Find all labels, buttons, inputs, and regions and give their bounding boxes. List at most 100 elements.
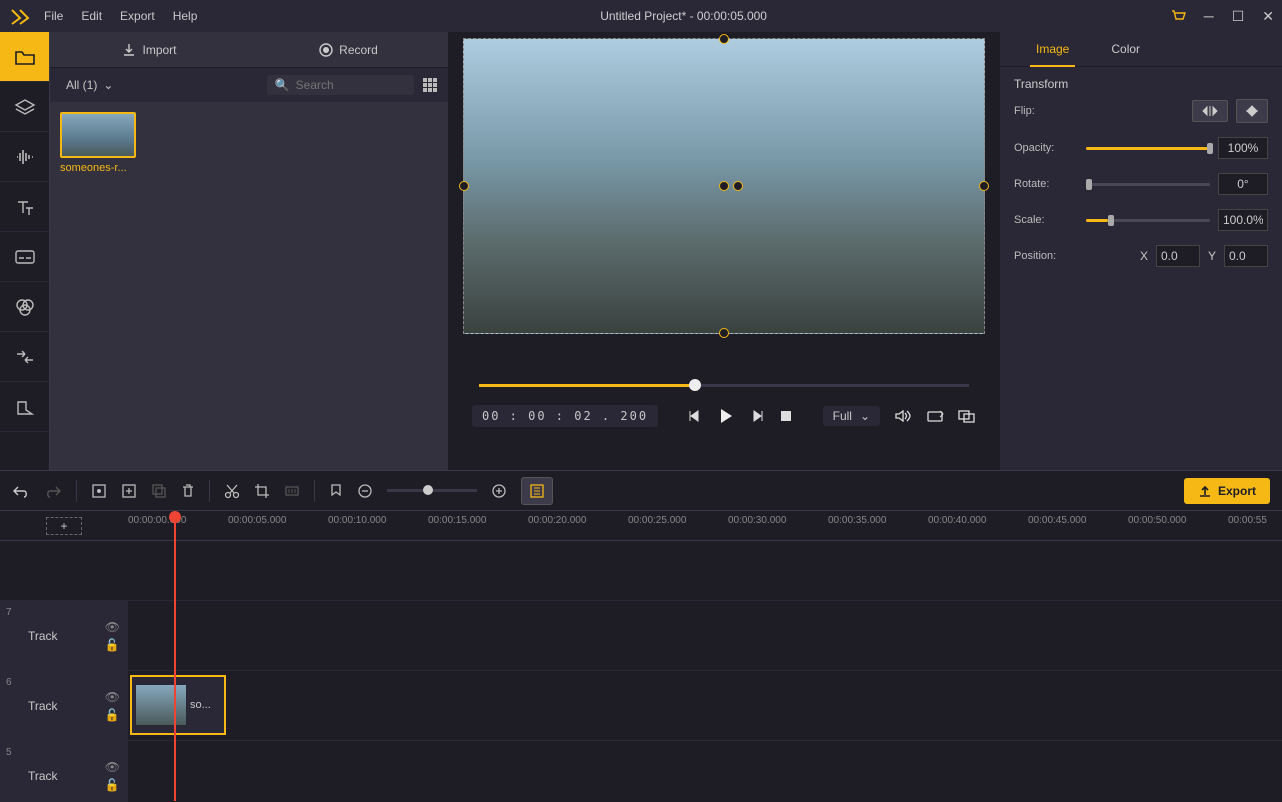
record-button[interactable]: Record: [249, 32, 448, 67]
properties-panel: Image Color Transform Flip: Opacity: Rot…: [1000, 32, 1282, 470]
tl-crop-icon[interactable]: [254, 483, 270, 499]
grid-view-icon[interactable]: [422, 77, 438, 93]
tab-image[interactable]: Image: [1030, 32, 1075, 66]
play-button[interactable]: [717, 407, 735, 425]
add-track-button[interactable]: +: [46, 517, 82, 535]
opacity-slider[interactable]: [1086, 147, 1210, 150]
tl-add-icon[interactable]: [121, 483, 137, 499]
rotate-slider[interactable]: [1086, 183, 1210, 186]
preview-scrubber[interactable]: [479, 384, 969, 387]
tl-select-icon[interactable]: [91, 483, 107, 499]
stop-button[interactable]: [779, 409, 793, 423]
tl-zoomout-icon[interactable]: [357, 483, 373, 499]
scrubber-knob[interactable]: [689, 379, 701, 391]
media-filter-dropdown[interactable]: All (1) ⌄: [60, 76, 119, 94]
volume-icon[interactable]: [894, 408, 912, 424]
opacity-label: Opacity:: [1014, 142, 1078, 154]
close-button[interactable]: ✕: [1262, 8, 1274, 25]
sidebar-tab-elements[interactable]: [0, 382, 49, 432]
handle-bottom[interactable]: [719, 328, 729, 338]
track-body[interactable]: [128, 741, 1282, 802]
maximize-button[interactable]: ☐: [1232, 8, 1245, 25]
timeline-ruler[interactable]: + 00:00:00.00000:00:05.00000:00:10.00000…: [0, 511, 1282, 541]
track-row: 7Track👁🔓: [0, 601, 1282, 671]
sidebar-tab-audio[interactable]: [0, 132, 49, 182]
visibility-icon[interactable]: 👁: [105, 690, 120, 704]
flip-vertical-button[interactable]: [1236, 99, 1268, 123]
clip-thumbnail: [136, 685, 186, 725]
track-body[interactable]: [128, 601, 1282, 670]
timeline-clip-name: so...: [190, 699, 211, 711]
preview-canvas[interactable]: [463, 38, 985, 334]
sidebar-tab-filters[interactable]: [0, 282, 49, 332]
handle-center2[interactable]: [733, 181, 743, 191]
sidebar-tab-media[interactable]: [0, 32, 49, 82]
shop-icon[interactable]: [1170, 8, 1186, 24]
tl-cut-icon[interactable]: [224, 483, 240, 499]
menu-edit[interactable]: Edit: [81, 9, 102, 23]
flip-horizontal-button[interactable]: [1192, 100, 1228, 122]
rotate-input[interactable]: [1218, 173, 1268, 195]
ruler-mark: 00:00:25.000: [628, 515, 686, 526]
clip-name: someones-r...: [60, 162, 140, 174]
window-title: Untitled Project* - 00:00:05.000: [197, 9, 1169, 23]
search-input[interactable]: [296, 78, 406, 92]
next-frame-button[interactable]: [749, 408, 765, 424]
media-panel: Import Record All (1) ⌄ 🔍: [50, 32, 448, 470]
sidebar-tab-subtitles[interactable]: [0, 232, 49, 282]
visibility-icon[interactable]: 👁: [105, 760, 120, 774]
preview-zoom-select[interactable]: Full⌄: [823, 406, 880, 426]
track-row: 5Track👁🔓: [0, 741, 1282, 802]
opacity-input[interactable]: [1218, 137, 1268, 159]
track-row-empty: [0, 541, 1282, 601]
prev-frame-button[interactable]: [687, 408, 703, 424]
position-y-input[interactable]: [1224, 245, 1268, 267]
sidebar-tab-layers[interactable]: [0, 82, 49, 132]
tab-color[interactable]: Color: [1105, 32, 1146, 66]
tl-speed-icon[interactable]: [284, 483, 300, 499]
scale-slider[interactable]: [1086, 219, 1210, 222]
scale-input[interactable]: [1218, 209, 1268, 231]
sidebar-tab-transitions[interactable]: [0, 332, 49, 382]
ruler-mark: 00:00:10.000: [328, 515, 386, 526]
lock-icon[interactable]: 🔓: [105, 708, 120, 722]
transform-section-label: Transform: [1014, 77, 1268, 91]
import-button[interactable]: Import: [50, 32, 249, 67]
menu-help[interactable]: Help: [173, 9, 198, 23]
sidebar-tab-text[interactable]: [0, 182, 49, 232]
ruler-mark: 00:00:30.000: [728, 515, 786, 526]
minimize-button[interactable]: ─: [1204, 8, 1214, 24]
timeline-clip[interactable]: so...: [130, 675, 226, 735]
export-button[interactable]: Export: [1184, 478, 1270, 504]
handle-left[interactable]: [459, 181, 469, 191]
tl-edit-settings-button[interactable]: [521, 477, 553, 505]
left-sidebar: [0, 32, 50, 470]
menu-file[interactable]: File: [44, 9, 63, 23]
handle-top[interactable]: [719, 34, 729, 44]
visibility-icon[interactable]: 👁: [105, 620, 120, 634]
tl-copy-icon[interactable]: [151, 483, 167, 499]
lock-icon[interactable]: 🔓: [105, 638, 120, 652]
ruler-mark: 00:00:20.000: [528, 515, 586, 526]
track-number: 7: [6, 607, 12, 618]
clip-thumbnail: [60, 112, 136, 158]
tl-zoomin-icon[interactable]: [491, 483, 507, 499]
ruler-mark: 00:00:55: [1228, 515, 1267, 526]
lock-icon[interactable]: 🔓: [105, 778, 120, 792]
undo-button[interactable]: [12, 484, 30, 498]
position-x-input[interactable]: [1156, 245, 1200, 267]
track-body[interactable]: so...: [128, 671, 1282, 740]
fullscreen-icon[interactable]: [958, 409, 976, 423]
playhead[interactable]: [174, 511, 176, 801]
tl-marker-icon[interactable]: [329, 483, 343, 499]
menu-export[interactable]: Export: [120, 9, 155, 23]
ruler-mark: 00:00:45.000: [1028, 515, 1086, 526]
tl-zoom-slider[interactable]: [387, 489, 477, 492]
handle-right[interactable]: [979, 181, 989, 191]
tl-delete-icon[interactable]: [181, 483, 195, 499]
media-search[interactable]: 🔍: [267, 75, 414, 95]
handle-center[interactable]: [719, 181, 729, 191]
snapshot-icon[interactable]: [926, 409, 944, 423]
redo-button[interactable]: [44, 484, 62, 498]
media-clip[interactable]: someones-r...: [60, 112, 140, 174]
